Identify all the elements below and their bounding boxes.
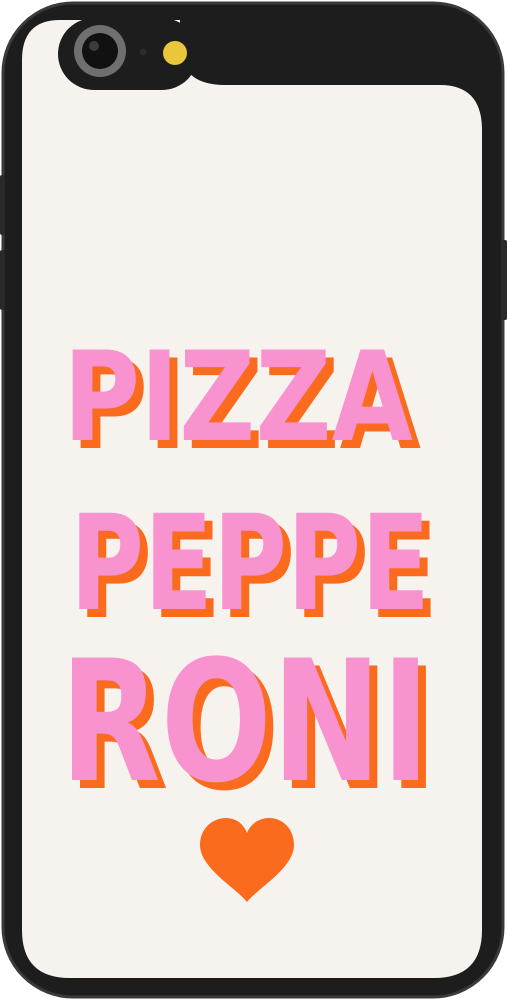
word-pizza-face: PIZZA bbox=[63, 326, 413, 470]
camera-lens-glint bbox=[89, 41, 99, 51]
word-peppe-face: PEPPE bbox=[70, 487, 430, 641]
phone-case: PIZZA PIZZA PEPPE PEPPE RONI RONI bbox=[0, 0, 507, 1000]
word-pizza: PIZZA PIZZA bbox=[63, 326, 421, 478]
word-roni-face: RONI bbox=[60, 624, 430, 820]
camera-lens bbox=[82, 33, 118, 69]
microphone-hole bbox=[139, 48, 147, 56]
word-roni: RONI RONI bbox=[60, 624, 438, 828]
side-button-right bbox=[502, 240, 507, 320]
side-button-left-bottom bbox=[0, 250, 5, 310]
flash-icon bbox=[163, 41, 187, 65]
side-button-left-top bbox=[0, 175, 5, 235]
phone-case-artwork: PIZZA PIZZA PEPPE PEPPE RONI RONI bbox=[0, 1, 507, 999]
